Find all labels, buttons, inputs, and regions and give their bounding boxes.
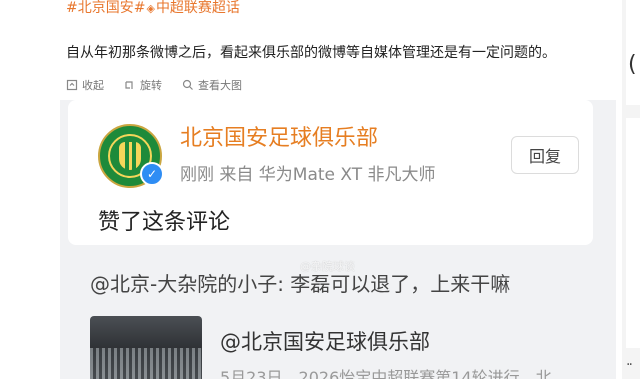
verified-badge-icon: ✓ — [140, 162, 164, 186]
post-meta: 刚刚 来自 华为Mate XT 非凡大师 — [180, 165, 436, 185]
rotate-label: 旋转 — [140, 79, 162, 92]
image-toolbar: 收起 旋转 查看大图 — [66, 75, 242, 95]
right-sidebar-edge: ( ·· — [622, 0, 640, 379]
sidebar-fragment: ( — [628, 52, 637, 77]
account-name: 北京国安足球俱乐部 — [180, 126, 379, 151]
post-text: 自从年初那条微博之后，看起来俱乐部的微博等自媒体管理还是有一定问题的。 — [66, 45, 556, 61]
linked-post-thumbnail — [90, 316, 202, 379]
topic-link[interactable]: #北京国安#◈中超联赛超话 — [66, 0, 240, 17]
super-topic-name[interactable]: 中超联赛超话 — [156, 0, 240, 16]
more-icon[interactable]: ·· — [626, 357, 633, 373]
rotate-icon — [125, 81, 133, 89]
super-topic-diamond-icon: ◈ — [146, 2, 155, 15]
screenshot-card: ✓ 北京国安足球俱乐部 刚刚 来自 华为Mate XT 非凡大师 回复 赞了这条… — [68, 100, 593, 245]
collapse-label: 收起 — [82, 79, 104, 92]
view-large-label: 查看大图 — [198, 79, 242, 92]
image-watermark: @杂院球谈 — [300, 260, 355, 273]
collapse-button[interactable]: 收起 — [66, 75, 104, 95]
post-image[interactable]: ✓ 北京国安足球俱乐部 刚刚 来自 华为Mate XT 非凡大师 回复 赞了这条… — [60, 100, 616, 379]
collapse-icon — [66, 79, 78, 91]
liked-comment-text: 赞了这条评论 — [98, 210, 231, 235]
view-large-button[interactable]: 查看大图 — [182, 75, 242, 95]
topic-hashtag[interactable]: #北京国安# — [66, 0, 145, 16]
linked-post-description: 5月23日，2026怡宝中超联赛第14轮进行，北 — [220, 368, 552, 379]
rotate-button[interactable]: 旋转 — [124, 75, 162, 95]
linked-post-account: @北京国安足球俱乐部 — [220, 330, 430, 354]
view-large-icon — [182, 79, 193, 90]
reply-button: 回复 — [511, 136, 579, 174]
